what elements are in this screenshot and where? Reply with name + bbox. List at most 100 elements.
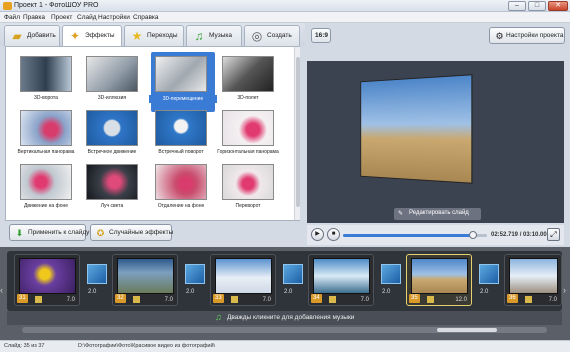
aspect-ratio-button[interactable]: 16:9 — [311, 28, 331, 43]
effect-thumb[interactable] — [20, 164, 72, 200]
timeline-slide[interactable]: 34 7.0 — [308, 254, 374, 306]
status-bar: Слайд: 35 из 37 D:\Фотографии\Фото\Краси… — [0, 340, 570, 352]
film-reel-icon: ◎ — [251, 29, 263, 43]
effect-label[interactable]: Встречное движение — [78, 149, 146, 155]
effect-thumb[interactable] — [155, 110, 207, 146]
effect-label[interactable]: Луч света — [78, 203, 146, 209]
timeline-transition[interactable]: 2.0 — [380, 263, 402, 303]
pencil-icon[interactable] — [231, 296, 238, 303]
transition-icon — [479, 264, 499, 284]
pencil-icon[interactable] — [525, 296, 532, 303]
effect-thumb[interactable] — [155, 164, 207, 200]
menu-file[interactable]: Файл — [4, 14, 20, 21]
fullscreen-button[interactable]: ⤢ — [547, 228, 560, 241]
preview-area — [307, 61, 564, 223]
folder-icon: ▰ — [12, 29, 22, 43]
timeline-transition[interactable]: 2.0 — [282, 263, 304, 303]
pencil-icon: ✎ — [398, 211, 404, 217]
pencil-icon[interactable] — [35, 296, 42, 303]
tab-create[interactable]: ◎ Создать — [244, 25, 300, 46]
timeline-scrollbar[interactable] — [22, 327, 547, 333]
effect-thumb[interactable] — [86, 164, 138, 200]
menu-edit[interactable]: Правка — [23, 14, 45, 21]
timeline-slide[interactable]: 36 7.0 — [504, 254, 562, 306]
timeline-slide[interactable]: 32 7.0 — [112, 254, 178, 306]
magic-wand-icon: ✦ — [69, 29, 81, 43]
project-settings-button[interactable]: ⚙ Настройки проекта — [489, 27, 565, 44]
effect-thumb[interactable] — [222, 164, 274, 200]
menu-project[interactable]: Проект — [51, 14, 72, 21]
apply-to-slide-button[interactable]: ⬇ Применить к слайду — [9, 224, 89, 241]
slide-strip: 31 7.0 2.0 32 7.0 2.0 33 7.0 2.0 34 7.0 … — [7, 251, 562, 311]
effect-thumb[interactable] — [222, 56, 274, 92]
close-button[interactable]: ✕ — [548, 1, 568, 11]
slide-image — [313, 258, 370, 294]
effect-thumb[interactable] — [20, 110, 72, 146]
slide-image — [411, 258, 468, 294]
timeline: ‹ › 31 7.0 2.0 32 7.0 2.0 33 7.0 2.0 34 … — [0, 247, 570, 352]
effect-label[interactable]: 3D-иллюзия — [78, 95, 146, 101]
effect-label[interactable]: Встречный поворот — [147, 149, 215, 155]
timeline-transition[interactable]: 2.0 — [478, 263, 500, 303]
effect-label[interactable]: Переворот — [214, 203, 282, 209]
effect-label[interactable]: 3D-перемещение — [149, 95, 217, 103]
seek-progress — [343, 234, 474, 237]
music-note-icon: ♫ — [194, 29, 204, 43]
scroll-thumb[interactable] — [437, 328, 497, 332]
tabs-bar: ▰ Добавить ✦ Эффекты ★ Переходы ♫ Музыка… — [0, 23, 305, 47]
random-effects-button[interactable]: ✪ Случайные эффекты — [90, 224, 173, 241]
effect-thumb[interactable] — [86, 56, 138, 92]
effect-thumb[interactable] — [155, 56, 207, 92]
timeline-transition[interactable]: 2.0 — [184, 263, 206, 303]
chevron-right-icon[interactable]: › — [563, 285, 570, 295]
timeline-slide-selected[interactable]: 35 12.0 — [406, 254, 472, 306]
effect-label[interactable]: 3D-ворота — [12, 95, 80, 101]
seek-bar[interactable] — [343, 231, 487, 239]
app-icon — [3, 2, 12, 10]
scroll-thumb[interactable] — [296, 57, 300, 207]
music-track[interactable]: ♫ Дважды кликните для добавления музыки — [7, 311, 562, 325]
maximize-button[interactable]: □ — [528, 1, 546, 11]
slide-image — [215, 258, 272, 294]
chevron-left-icon[interactable]: ‹ — [0, 285, 7, 295]
tab-effects[interactable]: ✦ Эффекты — [62, 25, 122, 47]
stop-button[interactable]: ■ — [327, 228, 340, 241]
effect-label[interactable]: 3D-полет — [214, 95, 282, 101]
slide-image — [117, 258, 174, 294]
timeline-transition[interactable]: 2.0 — [86, 263, 108, 303]
title-bar: Проект 1 - ФотоШОУ PRO – □ ✕ — [0, 0, 570, 12]
apply-icon: ⬇ — [15, 228, 24, 238]
effect-label[interactable]: Вертикальная панорама — [12, 149, 80, 155]
effect-label[interactable]: Движение на фоне — [12, 203, 80, 209]
tab-music[interactable]: ♫ Музыка — [186, 25, 242, 46]
minimize-button[interactable]: – — [508, 1, 526, 11]
menu-slide[interactable]: Слайд — [77, 14, 97, 21]
effect-thumb[interactable] — [86, 110, 138, 146]
transition-icon — [87, 264, 107, 284]
pencil-icon[interactable] — [329, 296, 336, 303]
pencil-icon[interactable] — [133, 296, 140, 303]
star-icon: ★ — [131, 29, 143, 43]
play-button[interactable]: ▶ — [311, 228, 324, 241]
edit-slide-button[interactable]: ✎ Редактировать слайд — [394, 208, 481, 220]
effect-label[interactable]: Отдаление на фоне — [147, 203, 215, 209]
effect-thumb[interactable] — [20, 56, 72, 92]
tab-add[interactable]: ▰ Добавить — [4, 25, 60, 46]
transition-icon — [283, 264, 303, 284]
gear-icon: ⚙ — [495, 31, 504, 41]
timeline-slide[interactable]: 31 7.0 — [14, 254, 80, 306]
effects-scrollbar[interactable] — [294, 47, 300, 220]
effects-panel: 3D-ворота 3D-иллюзия 3D-перемещение 3D-п… — [5, 46, 300, 221]
effect-thumb[interactable] — [222, 110, 274, 146]
menu-help[interactable]: Справка — [133, 14, 159, 21]
tab-transitions[interactable]: ★ Переходы — [124, 25, 184, 46]
pencil-icon[interactable] — [427, 296, 434, 303]
random-icon: ✪ — [96, 228, 105, 238]
time-readout: 02:52.719 / 03:10.000 — [491, 232, 551, 238]
menu-settings[interactable]: Настройки — [98, 14, 130, 21]
seek-handle[interactable] — [469, 231, 478, 239]
preview-slide-image — [360, 74, 473, 184]
effect-label[interactable]: Горизонтальная панорама — [214, 149, 282, 155]
transition-icon — [185, 264, 205, 284]
timeline-slide[interactable]: 33 7.0 — [210, 254, 276, 306]
